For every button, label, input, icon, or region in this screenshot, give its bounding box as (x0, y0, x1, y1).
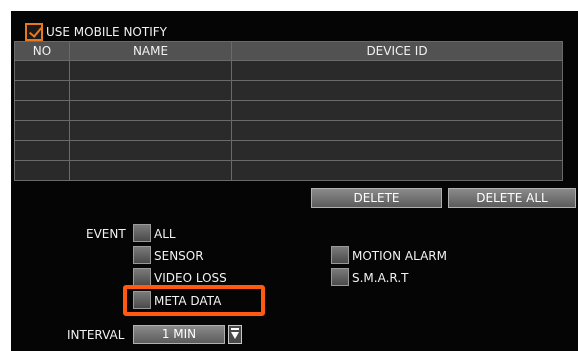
interval-label: INTERVAL (67, 328, 125, 342)
chevron-down-icon (231, 332, 239, 339)
table-row[interactable] (15, 80, 562, 100)
meta-data-highlight (123, 285, 265, 316)
event-sensor-checkbox[interactable] (133, 246, 151, 264)
column-divider (231, 42, 232, 180)
table-row[interactable] (15, 60, 562, 80)
use-mobile-notify-checkbox[interactable] (25, 23, 43, 41)
delete-button[interactable]: DELETE (311, 188, 442, 208)
event-motion-alarm-checkbox[interactable] (331, 246, 349, 264)
use-mobile-notify-label: USE MOBILE NOTIFY (46, 25, 167, 39)
column-header-no: NO (32, 44, 52, 58)
interval-select[interactable]: 1 MIN (133, 325, 225, 344)
event-smart-checkbox[interactable] (331, 268, 349, 286)
event-motion-alarm-label: MOTION ALARM (352, 249, 447, 263)
table-row[interactable] (15, 140, 562, 160)
column-divider (69, 42, 70, 180)
device-table: NO NAME DEVICE ID (14, 41, 563, 181)
delete-all-button[interactable]: DELETE ALL (448, 188, 576, 208)
event-video-loss-label: VIDEO LOSS (154, 271, 227, 285)
table-row[interactable] (15, 100, 562, 120)
event-all-label: ALL (154, 227, 176, 241)
table-row[interactable] (15, 120, 562, 140)
column-header-device-id: DEVICE ID (366, 44, 428, 58)
dropdown-bar-icon (231, 328, 239, 330)
interval-dropdown-button[interactable] (228, 325, 242, 344)
event-all-checkbox[interactable] (133, 224, 151, 242)
event-sensor-label: SENSOR (154, 249, 204, 263)
table-row[interactable] (15, 160, 562, 180)
event-label: EVENT (86, 227, 126, 241)
event-video-loss-checkbox[interactable] (133, 268, 151, 286)
table-header: NO NAME DEVICE ID (15, 42, 562, 60)
event-smart-label: S.M.A.R.T (352, 271, 409, 285)
column-header-name: NAME (132, 44, 169, 58)
